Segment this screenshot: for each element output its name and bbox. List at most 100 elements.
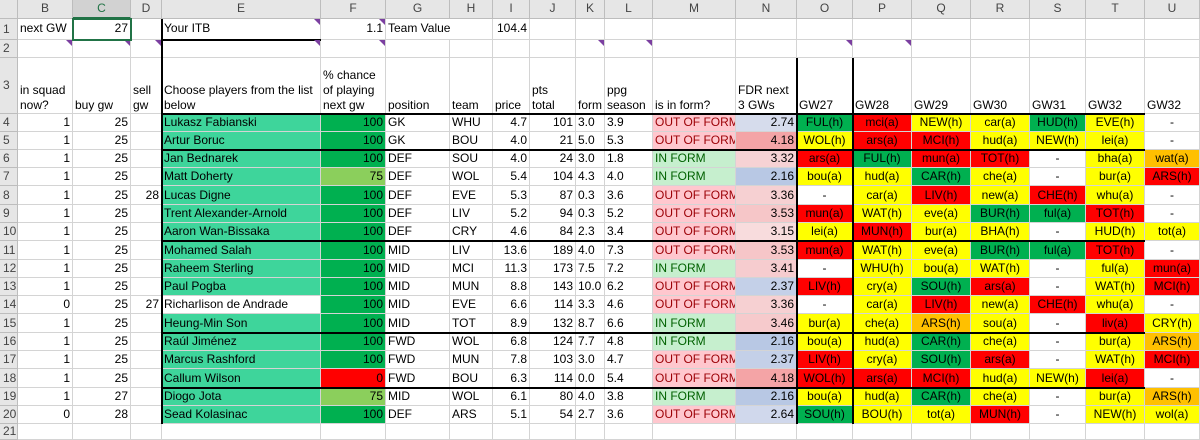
form-cell[interactable]: 5.0	[576, 132, 605, 150]
form-status-cell[interactable]: OUT OF FORM	[653, 406, 736, 424]
fixture-cell[interactable]: ars(a)	[853, 369, 912, 388]
sell-gw-cell[interactable]	[131, 168, 162, 186]
fixture-cell[interactable]: MCI(h)	[1145, 278, 1200, 296]
fixture-cell[interactable]: BHA(h)	[971, 223, 1030, 241]
fdr-cell[interactable]: 3.36	[736, 186, 797, 205]
column-header-b[interactable]: B	[18, 0, 73, 19]
in-squad-cell[interactable]: 1	[18, 314, 73, 333]
fixture-cell[interactable]: -	[1030, 351, 1086, 369]
form-status-cell[interactable]: OUT OF FORM	[653, 223, 736, 241]
in-squad-cell[interactable]: 1	[18, 114, 73, 132]
column-header-c[interactable]: C	[73, 0, 131, 19]
sell-gw-cell[interactable]	[131, 205, 162, 223]
form-status-cell[interactable]: OUT OF FORM	[653, 114, 736, 132]
team-cell[interactable]: CRY	[450, 223, 493, 241]
sell-gw-cell[interactable]	[131, 260, 162, 278]
fixture-cell[interactable]: ful(a)	[1030, 205, 1086, 223]
comment-indicator-icon[interactable]	[379, 40, 385, 46]
ppg-cell[interactable]: 3.6	[605, 406, 653, 424]
fixture-cell[interactable]: mun(a)	[1145, 260, 1200, 278]
ppg-cell[interactable]: 3.6	[605, 186, 653, 205]
fdr-cell[interactable]: 3.53	[736, 241, 797, 260]
sell-gw-cell[interactable]	[131, 114, 162, 132]
empty-cell[interactable]	[1145, 40, 1200, 58]
form-status-cell[interactable]: OUT OF FORM	[653, 132, 736, 150]
in-squad-cell[interactable]: 1	[18, 168, 73, 186]
fixture-cell[interactable]: NEW(h)	[1086, 406, 1145, 424]
form-cell[interactable]: 0.3	[576, 205, 605, 223]
fixture-cell[interactable]: bur(a)	[1086, 388, 1145, 406]
team-cell[interactable]: MUN	[450, 278, 493, 296]
fixture-cell[interactable]: new(a)	[971, 186, 1030, 205]
empty-cell[interactable]	[162, 40, 321, 58]
team-cell[interactable]: WHU	[450, 114, 493, 132]
pts-total-cell[interactable]: 80	[530, 388, 576, 406]
pts-total-cell[interactable]: 189	[530, 241, 576, 260]
fdr-cell[interactable]: 4.18	[736, 369, 797, 388]
form-status-cell[interactable]: IN FORM	[653, 314, 736, 333]
pct-chance-cell[interactable]: 100	[321, 150, 386, 168]
fixture-cell[interactable]: whu(a)	[1086, 296, 1145, 314]
empty-cell[interactable]	[797, 19, 853, 40]
fixture-cell[interactable]: sou(a)	[971, 314, 1030, 333]
empty-cell[interactable]	[1030, 40, 1086, 58]
in-squad-cell[interactable]: 1	[18, 241, 73, 260]
row-header-5[interactable]: 5	[0, 132, 18, 150]
empty-cell[interactable]	[912, 19, 971, 40]
fixture-cell[interactable]: -	[1145, 132, 1200, 150]
empty-cell[interactable]	[1086, 19, 1145, 40]
fdr-cell[interactable]: 3.41	[736, 260, 797, 278]
fixture-cell[interactable]: -	[1030, 406, 1086, 424]
pts-total-cell[interactable]: 104	[530, 168, 576, 186]
empty-cell[interactable]	[530, 40, 576, 58]
position-cell[interactable]: GK	[386, 114, 450, 132]
sell-gw-cell[interactable]	[131, 278, 162, 296]
buy-gw-cell[interactable]: 25	[73, 333, 131, 351]
empty-cell[interactable]	[73, 424, 131, 440]
fixture-cell[interactable]: che(a)	[971, 388, 1030, 406]
form-cell[interactable]: 4.3	[576, 168, 605, 186]
sell-gw-cell[interactable]: 27	[131, 296, 162, 314]
empty-cell[interactable]	[971, 19, 1030, 40]
position-cell[interactable]: DEF	[386, 223, 450, 241]
row-header-9[interactable]: 9	[0, 205, 18, 223]
price-cell[interactable]: 13.6	[493, 241, 530, 260]
fixture-cell[interactable]: lei(a)	[1086, 369, 1145, 388]
price-cell[interactable]: 5.4	[493, 168, 530, 186]
fixture-cell[interactable]: ars(a)	[971, 351, 1030, 369]
sell-gw-cell[interactable]	[131, 223, 162, 241]
fixture-cell[interactable]: -	[1030, 150, 1086, 168]
buy-gw-cell[interactable]: 25	[73, 223, 131, 241]
empty-cell[interactable]	[912, 40, 971, 58]
column-header-j[interactable]: J	[530, 0, 576, 19]
form-cell[interactable]: 4.0	[576, 241, 605, 260]
fixture-cell[interactable]: WAT(h)	[1086, 351, 1145, 369]
fdr-cell[interactable]: 2.37	[736, 351, 797, 369]
fixture-cell[interactable]: mun(a)	[912, 150, 971, 168]
price-cell[interactable]: 6.1	[493, 388, 530, 406]
fixture-cell[interactable]: BUR(h)	[971, 241, 1030, 260]
fixture-cell[interactable]: WAT(h)	[1086, 278, 1145, 296]
fixture-cell[interactable]: -	[1030, 314, 1086, 333]
pct-chance-cell[interactable]: 100	[321, 351, 386, 369]
fixture-cell[interactable]: FUL(h)	[853, 150, 912, 168]
fixture-cell[interactable]: -	[1145, 296, 1200, 314]
fixture-cell[interactable]: bou(a)	[797, 388, 853, 406]
comment-indicator-icon[interactable]	[379, 19, 385, 25]
fixture-cell[interactable]: -	[1145, 241, 1200, 260]
ppg-cell[interactable]: 4.6	[605, 296, 653, 314]
empty-cell[interactable]	[576, 19, 605, 40]
price-cell[interactable]: 11.3	[493, 260, 530, 278]
row-header-16[interactable]: 16	[0, 333, 18, 351]
comment-indicator-icon[interactable]	[646, 40, 652, 46]
fixture-cell[interactable]: liv(a)	[1086, 314, 1145, 333]
row-header-1[interactable]: 1	[0, 19, 18, 40]
price-cell[interactable]: 5.2	[493, 205, 530, 223]
pct-chance-cell[interactable]: 100	[321, 406, 386, 424]
empty-cell[interactable]	[736, 40, 797, 58]
team-cell[interactable]: MUN	[450, 351, 493, 369]
fixture-cell[interactable]: BOU(h)	[853, 406, 912, 424]
fixture-cell[interactable]: bou(a)	[912, 260, 971, 278]
fixture-cell[interactable]: bur(a)	[912, 223, 971, 241]
position-cell[interactable]: MID	[386, 241, 450, 260]
